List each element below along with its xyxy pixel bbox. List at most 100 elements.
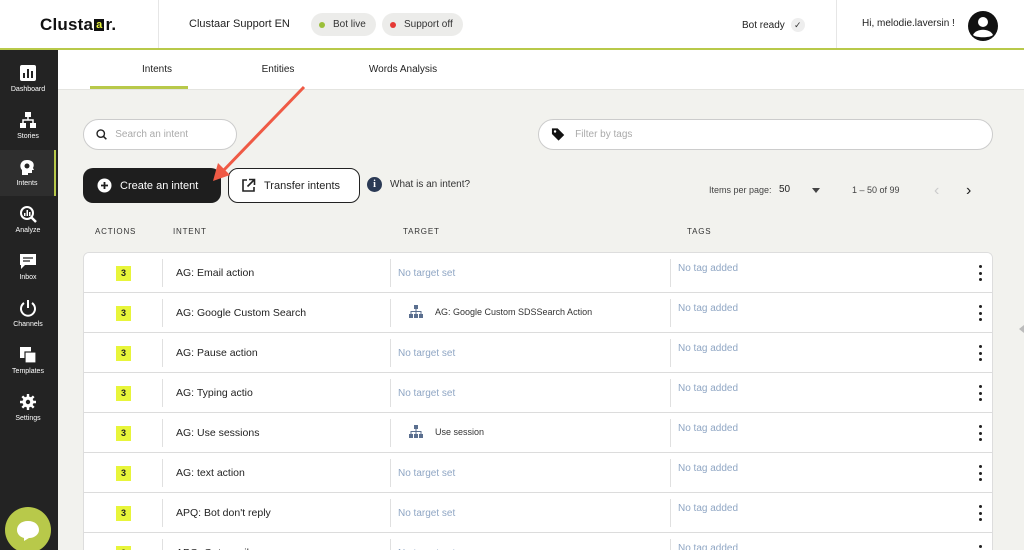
transfer-intents-label: Transfer intents — [264, 179, 341, 192]
intent-name[interactable]: AG: Email action — [176, 267, 254, 279]
no-tag-label: No tag added — [678, 543, 739, 550]
tag-filter-input[interactable] — [575, 129, 992, 140]
create-intent-button[interactable]: Create an intent — [83, 168, 221, 203]
cell-divider — [670, 459, 671, 487]
items-per-page-select[interactable]: 50 — [779, 184, 790, 195]
sidebar-item-settings[interactable]: Settings — [0, 385, 56, 431]
table-row[interactable]: 3 AG: text action No target set No tag adde… — [84, 453, 992, 493]
tag-icon — [551, 128, 565, 141]
more-options-icon[interactable] — [977, 465, 983, 481]
sidebar-item-label: Channels — [13, 321, 43, 328]
cell-divider — [390, 299, 391, 327]
check-icon: ✓ — [790, 18, 805, 32]
collapse-handle-icon[interactable] — [1019, 325, 1024, 333]
target-link[interactable]: Use session — [409, 425, 484, 438]
table-row[interactable]: 3 AG: Use sessions Use session No tag added — [84, 413, 992, 453]
more-options-icon[interactable] — [977, 505, 983, 521]
cell-divider — [390, 339, 391, 367]
cell-divider — [670, 259, 671, 287]
tab-entities[interactable]: Entities — [258, 64, 298, 75]
action-count-badge: 3 — [116, 466, 131, 481]
tab-words-analysis[interactable]: Words Analysis — [363, 64, 443, 75]
tree-icon — [20, 112, 36, 128]
power-icon — [20, 300, 36, 317]
more-options-icon[interactable] — [977, 305, 983, 321]
cell-divider — [670, 499, 671, 527]
intent-name[interactable]: AG: Google Custom Search — [176, 307, 306, 319]
cell-divider — [670, 539, 671, 550]
sidebar-item-label: Inbox — [19, 274, 37, 281]
action-count-badge: 3 — [116, 546, 131, 550]
action-count-badge: 3 — [116, 306, 131, 321]
cell-divider — [670, 419, 671, 447]
action-count-badge: 3 — [116, 266, 131, 281]
magnify-chart-icon — [20, 206, 37, 223]
chevron-down-icon[interactable] — [812, 188, 820, 193]
transfer-intents-button[interactable]: Transfer intents — [228, 168, 360, 203]
prev-page-icon[interactable]: ‹ — [934, 182, 939, 200]
more-options-icon[interactable] — [977, 425, 983, 441]
no-tag-label: No tag added — [678, 383, 739, 394]
sidebar-item-inbox[interactable]: Inbox — [0, 244, 56, 290]
tag-filter-field[interactable] — [538, 119, 993, 150]
action-count-badge: 3 — [116, 346, 131, 361]
clustaar-logo[interactable]: Clusta a r. — [40, 15, 116, 35]
sidebar-item-channels[interactable]: Channels — [0, 291, 56, 337]
action-count-badge: 3 — [116, 426, 131, 441]
no-tag-label: No tag added — [678, 503, 739, 514]
intent-name[interactable]: AG: Use sessions — [176, 427, 259, 439]
search-input[interactable] — [115, 129, 236, 140]
table-row[interactable]: 3 AG: Typing actio No target set No tag add… — [84, 373, 992, 413]
sidebar-item-label: Analyze — [15, 227, 41, 234]
more-options-icon[interactable] — [977, 345, 983, 361]
table-row[interactable]: 3 AG: Google Custom Search AG: Google Cust… — [84, 293, 992, 333]
table-row[interactable]: 3 AG: Email action No target set No tag add… — [84, 253, 992, 293]
chat-widget-button[interactable] — [5, 507, 51, 550]
table-row[interactable]: 3 AG: Pause action No target set No tag add… — [84, 333, 992, 373]
cell-divider — [162, 539, 163, 550]
table-row[interactable]: 3 APQ: Bot don't reply No target set No tag… — [84, 493, 992, 533]
status-dot-icon — [319, 21, 325, 28]
more-options-icon[interactable] — [977, 265, 983, 281]
sidebar-item-analyze[interactable]: Analyze — [0, 197, 56, 243]
action-count-badge: 3 — [116, 386, 131, 401]
cell-divider — [390, 499, 391, 527]
sidebar-item-stories[interactable]: Stories — [0, 103, 56, 149]
bot-live-badge[interactable]: Bot live — [311, 13, 376, 36]
next-page-icon[interactable]: › — [966, 182, 971, 200]
intent-name[interactable]: APQ: Bot don't reply — [176, 507, 271, 519]
header-divider — [836, 0, 837, 48]
bot-name[interactable]: Clustaar Support EN — [189, 18, 290, 30]
target-name: AG: Google Custom SDSSearch Action — [435, 306, 593, 317]
support-off-badge[interactable]: Support off — [382, 13, 463, 36]
head-icon — [20, 160, 34, 175]
tab-intents[interactable]: Intents — [137, 64, 177, 75]
cell-divider — [162, 499, 163, 527]
column-header-tags: TAGS — [687, 227, 712, 236]
target-link[interactable]: AG: Google Custom SDSSearch Action — [409, 305, 592, 318]
table-row[interactable]: 3APQ: Get emailNo target setNo tag added — [84, 533, 992, 550]
sidebar-item-dashboard[interactable]: Dashboard — [0, 56, 56, 102]
bot-ready-status: Bot ready ✓ — [742, 18, 805, 32]
no-target-label: No target set — [398, 508, 456, 519]
intent-name[interactable]: AG: Typing actio — [176, 387, 253, 399]
more-options-icon[interactable] — [977, 545, 983, 550]
avatar-icon[interactable] — [967, 10, 999, 42]
search-field[interactable] — [83, 119, 237, 150]
sidebar-item-intents[interactable]: Intents — [0, 150, 56, 196]
copy-icon — [20, 347, 37, 364]
no-tag-label: No tag added — [678, 463, 739, 474]
intent-name[interactable]: AG: Pause action — [176, 347, 258, 359]
sidebar-item-templates[interactable]: Templates — [0, 338, 56, 384]
status-dot-icon — [390, 21, 396, 28]
no-tag-label: No tag added — [678, 423, 739, 434]
user-greeting[interactable]: Hi, melodie.laversin ! — [862, 18, 955, 29]
intent-name[interactable]: AG: text action — [176, 467, 245, 479]
more-options-icon[interactable] — [977, 385, 983, 401]
chat-bubble-icon — [17, 521, 39, 541]
column-header-target: TARGET — [403, 227, 440, 236]
cell-divider — [162, 379, 163, 407]
what-is-intent-link[interactable]: i What is an intent? — [367, 177, 470, 192]
no-target-label: No target set — [398, 468, 456, 479]
sidebar-item-label: Dashboard — [10, 86, 46, 93]
